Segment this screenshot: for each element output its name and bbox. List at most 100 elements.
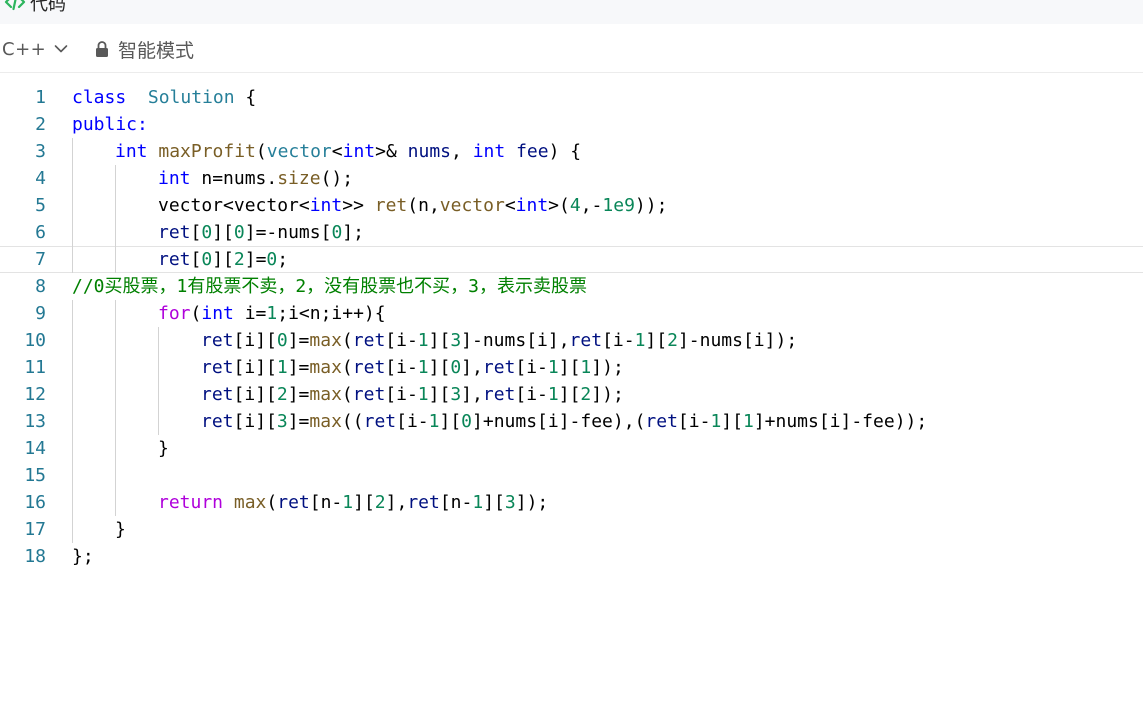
code-token: ret [201, 330, 234, 351]
language-select[interactable]: C++ [2, 37, 68, 61]
code-token: } [158, 438, 169, 459]
code-token: vector<vector< [158, 195, 310, 216]
code-token: size [277, 168, 321, 189]
code-line[interactable]: 12 ret[i][2]=max(ret[i-1][3],ret[i-1][2])… [0, 381, 1143, 408]
code-token: ret [201, 384, 234, 405]
code-token: 1 [417, 384, 429, 405]
code-token: 1 [428, 411, 440, 432]
code-token: [i][ [233, 384, 277, 405]
line-code: } [158, 435, 169, 462]
code-token: ret [482, 357, 516, 378]
code-token: ]= [287, 384, 310, 405]
code-token: 0 [331, 222, 343, 243]
code-token: (n, [407, 195, 440, 216]
code-token: int [201, 303, 234, 324]
smart-mode-toggle[interactable]: 智能模式 [94, 37, 194, 62]
code-token: ret [201, 411, 234, 432]
code-line[interactable]: 9 for(int i=1;i<n;i++){ [0, 300, 1143, 327]
indent-guide [72, 300, 73, 543]
code-line[interactable]: 4 int n=nums.size(); [0, 165, 1143, 192]
code-token: ]); [515, 492, 549, 513]
code-token: ret [201, 357, 234, 378]
code-token: }; [72, 546, 94, 567]
line-number: 16 [24, 492, 46, 513]
code-line[interactable]: 3 int maxProfit(vector<int>& nums, int fe… [0, 138, 1143, 165]
line-code: ret[i][3]=max((ret[i-1][0]+nums[i]-fee),… [201, 408, 927, 435]
line-code: vector<vector<int>> ret(n,vector<int>(4,… [158, 192, 667, 219]
code-editor[interactable]: 1 class Solution {2 public: 3 int maxProfit(… [0, 84, 1143, 584]
line-code: }; [72, 543, 94, 570]
line-number: 6 [35, 222, 46, 243]
code-token: [n- [309, 492, 343, 513]
code-token: ret [374, 195, 408, 216]
code-token: [i- [602, 330, 635, 351]
code-token: ( [341, 384, 353, 405]
code-token: nums [407, 141, 452, 162]
code-token: [i- [677, 411, 711, 432]
line-code: for(int i=1;i<n;i++){ [158, 300, 386, 327]
code-line[interactable]: 8 //0买股票，1有股票不卖，2，没有股票也不买，3，表示卖股票 [0, 273, 1143, 300]
code-token: [n- [439, 492, 473, 513]
code-token: >> [342, 195, 375, 216]
code-line[interactable]: 2 public: [0, 111, 1143, 138]
code-token: [ [190, 249, 202, 270]
editor-toolbar: C++ 智能模式 [0, 24, 1143, 73]
code-line[interactable]: 16 return max(ret[n-1][2],ret[n-1][3]); [0, 489, 1143, 516]
code-line[interactable]: 6 ret[0][0]=-nums[0]; [0, 219, 1143, 246]
code-token: } [115, 519, 126, 540]
code-token: , [451, 141, 473, 162]
code-token: [i][ [233, 357, 277, 378]
code-token: [i- [515, 384, 548, 405]
code-line[interactable]: 7 ret[0][2]=0; [0, 246, 1143, 273]
chevron-down-icon [54, 45, 68, 53]
code-token: ret [277, 492, 310, 513]
code-token: [i- [396, 411, 429, 432]
code-token: 1e9 [602, 195, 635, 216]
code-line[interactable]: 14} [0, 435, 1143, 462]
code-token: < [331, 141, 343, 162]
code-line[interactable]: 17} [0, 516, 1143, 543]
code-token: ; [277, 249, 289, 270]
code-token: ][ [212, 222, 234, 243]
lock-icon [96, 41, 108, 57]
code-token: ]); [591, 384, 624, 405]
code-line[interactable]: 15 [0, 462, 1143, 489]
line-code: return max(ret[n-1][2],ret[n-1][3]); [158, 489, 548, 516]
code-token: 3 [504, 492, 516, 513]
code-token: (); [320, 168, 354, 189]
code-token: i= [233, 303, 267, 324]
code-token: ret [352, 384, 386, 405]
code-line[interactable]: 1 class Solution { [0, 84, 1143, 111]
code-token: (( [341, 411, 364, 432]
line-number: 18 [24, 546, 46, 567]
code-token: ret [363, 411, 397, 432]
code-token: ][ [212, 249, 234, 270]
code-token: maxProfit [158, 141, 256, 162]
code-line[interactable]: 11 ret[i][1]=max(ret[i-1][0],ret[i-1][1])… [0, 354, 1143, 381]
code-line[interactable]: 10 ret[i][0]=max(ret[i-1][3]-nums[i],ret[… [0, 327, 1143, 354]
code-token: ret [352, 357, 386, 378]
panel-title: 代码 [30, 0, 66, 15]
line-code: ret[0][2]=0; [158, 247, 288, 272]
code-token: ;i<n;i++){ [277, 303, 386, 324]
code-line[interactable]: 13 ret[i][3]=max((ret[i-1][0]+nums[i]-fee… [0, 408, 1143, 435]
line-number: 12 [24, 384, 46, 405]
code-token: 0 [266, 249, 278, 270]
line-code: ret[0][0]=-nums[0]; [158, 219, 364, 246]
code-token: ret [407, 492, 440, 513]
line-number: 7 [35, 249, 46, 270]
code-token: ][ [428, 384, 451, 405]
code-token: ][ [645, 330, 668, 351]
code-token: 1 [580, 357, 592, 378]
code-token: 2 [233, 249, 245, 270]
code-token: 0 [233, 222, 245, 243]
code-token: public: [72, 114, 148, 135]
language-label: C++ [2, 38, 47, 60]
code-token: max [309, 384, 342, 405]
line-number: 17 [24, 519, 46, 540]
code-line[interactable]: 18}; [0, 543, 1143, 570]
code-line[interactable]: 5 vector<vector<int>> ret(n,vector<int>(4… [0, 192, 1143, 219]
code-token: max [309, 357, 342, 378]
indent-guide [115, 300, 116, 516]
